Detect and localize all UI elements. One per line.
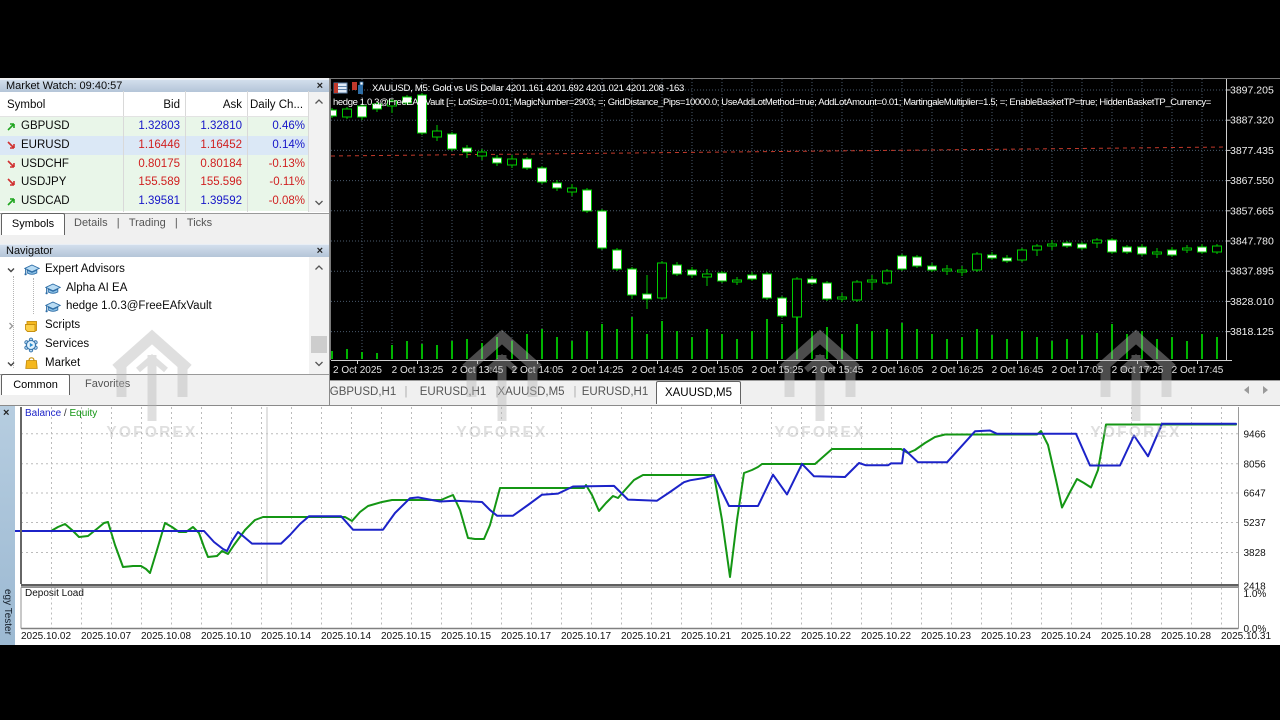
- svg-text:2025.10.22: 2025.10.22: [801, 631, 851, 642]
- svg-text:Deposit Load: Deposit Load: [25, 588, 84, 599]
- svg-text:3818.125: 3818.125: [1230, 326, 1274, 338]
- svg-text:2025.10.14: 2025.10.14: [321, 631, 371, 642]
- svg-text:2 Oct 2025: 2 Oct 2025: [333, 365, 382, 376]
- svg-text:2 Oct 14:45: 2 Oct 14:45: [632, 365, 684, 376]
- svg-text:hedge 1.0.3@FreeEAfxVault [=;: hedge 1.0.3@FreeEAfxVault [=; LotSize=0.…: [333, 97, 1212, 108]
- svg-text:3837.895: 3837.895: [1230, 266, 1274, 278]
- svg-text:3828: 3828: [1244, 548, 1267, 559]
- svg-text:YOFOREX: YOFOREX: [1090, 424, 1181, 441]
- svg-text:YOFOREX: YOFOREX: [456, 424, 547, 441]
- svg-text:3857.665: 3857.665: [1230, 205, 1274, 217]
- svg-text:2025.10.22: 2025.10.22: [741, 631, 791, 642]
- svg-text:2025.10.31: 2025.10.31: [1221, 631, 1271, 642]
- svg-text:8056: 8056: [1244, 459, 1267, 470]
- svg-text:2025.10.17: 2025.10.17: [561, 631, 611, 642]
- svg-text:3897.205: 3897.205: [1230, 85, 1274, 97]
- svg-text:2025.10.08: 2025.10.08: [141, 631, 191, 642]
- svg-text:2025.10.15: 2025.10.15: [381, 631, 431, 642]
- svg-text:2 Oct 16:45: 2 Oct 16:45: [992, 365, 1044, 376]
- svg-text:2 Oct 14:25: 2 Oct 14:25: [572, 365, 624, 376]
- svg-text:2 Oct 16:25: 2 Oct 16:25: [932, 365, 984, 376]
- svg-text:2025.10.15: 2025.10.15: [441, 631, 491, 642]
- svg-text:YOFOREX: YOFOREX: [106, 424, 197, 441]
- svg-text:2025.10.02: 2025.10.02: [21, 631, 71, 642]
- svg-text:3877.435: 3877.435: [1230, 145, 1274, 157]
- svg-text:1.0%: 1.0%: [1244, 589, 1267, 600]
- svg-text:3887.320: 3887.320: [1230, 115, 1274, 127]
- svg-text:2025.10.23: 2025.10.23: [921, 631, 971, 642]
- svg-text:2025.10.21: 2025.10.21: [681, 631, 731, 642]
- svg-text:YOFOREX: YOFOREX: [774, 424, 865, 441]
- svg-text:6647: 6647: [1244, 489, 1267, 500]
- svg-text:2025.10.28: 2025.10.28: [1101, 631, 1151, 642]
- svg-text:3867.550: 3867.550: [1230, 175, 1274, 187]
- svg-text:2025.10.28: 2025.10.28: [1161, 631, 1211, 642]
- svg-text:2025.10.14: 2025.10.14: [261, 631, 311, 642]
- svg-text:2025.10.17: 2025.10.17: [501, 631, 551, 642]
- svg-text:2 Oct 15:05: 2 Oct 15:05: [692, 365, 744, 376]
- svg-text:2025.10.24: 2025.10.24: [1041, 631, 1091, 642]
- svg-text:Balance / Equity: Balance / Equity: [25, 408, 97, 419]
- svg-text:2 Oct 13:25: 2 Oct 13:25: [392, 365, 444, 376]
- svg-text:XAUUSD, M5: Gold vs US Dollar: XAUUSD, M5: Gold vs US Dollar 4201.161 4…: [372, 83, 684, 94]
- svg-text:3847.780: 3847.780: [1230, 236, 1274, 248]
- svg-text:5237: 5237: [1244, 518, 1267, 529]
- svg-text:3828.010: 3828.010: [1230, 296, 1274, 308]
- svg-text:2025.10.10: 2025.10.10: [201, 631, 251, 642]
- svg-text:2025.10.22: 2025.10.22: [861, 631, 911, 642]
- svg-text:9466: 9466: [1244, 429, 1267, 440]
- svg-text:2025.10.07: 2025.10.07: [81, 631, 131, 642]
- svg-text:2025.10.21: 2025.10.21: [621, 631, 671, 642]
- svg-text:2025.10.23: 2025.10.23: [981, 631, 1031, 642]
